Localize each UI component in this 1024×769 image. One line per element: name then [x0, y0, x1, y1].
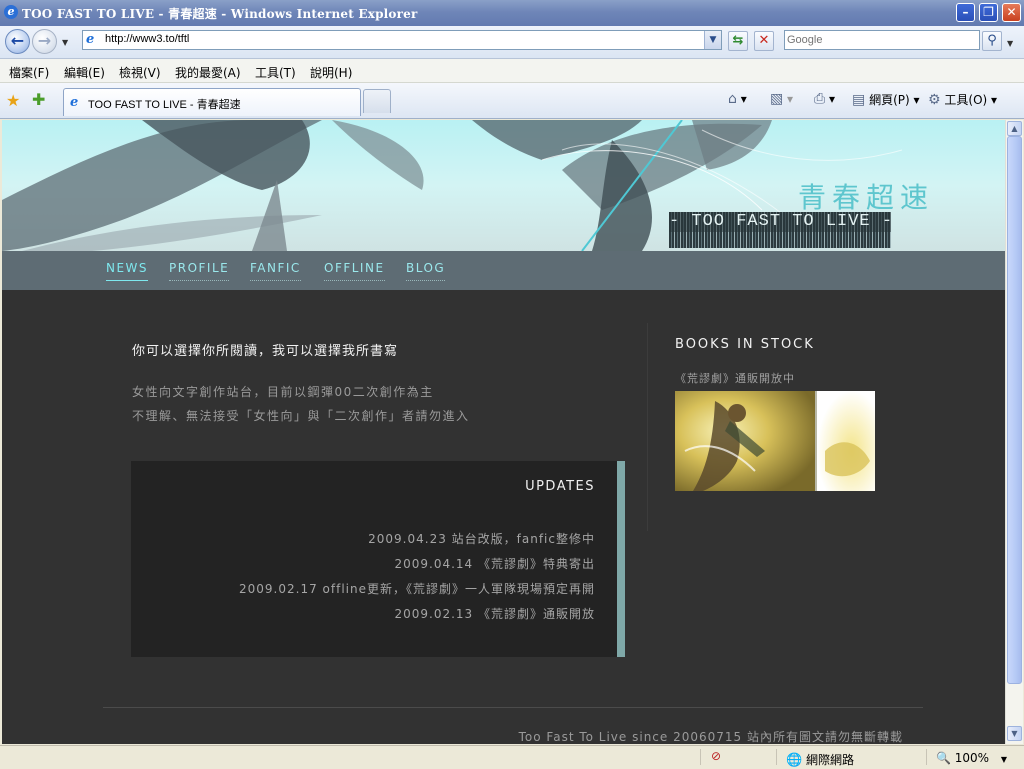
page-viewport[interactable]: 青春超速 - TOO FAST TO LIVE - NEWS PROFILE F… — [2, 120, 1005, 744]
nav-fanfic[interactable]: FANFIC — [250, 261, 301, 281]
address-dropdown-icon[interactable]: ▼ — [704, 31, 721, 49]
back-button[interactable]: ← — [5, 29, 30, 54]
updates-heading: UPDATES — [525, 479, 595, 494]
close-button[interactable]: ✕ — [1002, 3, 1021, 22]
page-menu-label: 網頁(P) — [869, 93, 910, 107]
minimize-button[interactable]: – — [956, 3, 975, 22]
update-item: 2009.02.17 offline更新，《荒謬劇》一人軍隊現場預定再開 — [239, 582, 595, 596]
tab-label: TOO FAST TO LIVE - 青春超速 — [88, 99, 241, 111]
site-nav: NEWS PROFILE FANFIC OFFLINE BLOG — [2, 251, 1005, 290]
stop-button[interactable]: ✕ — [754, 31, 774, 51]
search-options-dropdown-icon[interactable]: ▼ — [1007, 39, 1013, 48]
page-icon: ▤ — [852, 92, 866, 108]
favorites-star-icon[interactable]: ★ — [6, 91, 20, 110]
menu-file[interactable]: 檔案(F) — [9, 64, 49, 81]
brand-chinese-title: 青春超速 — [798, 181, 935, 214]
book-cover-image[interactable] — [675, 391, 875, 491]
search-icon[interactable]: ⚲ — [982, 31, 1002, 51]
zoom-control[interactable]: 🔍 100% ▼ — [936, 751, 1007, 765]
new-tab-button[interactable] — [363, 89, 391, 113]
status-cell: ⊘ — [700, 749, 777, 765]
refresh-button[interactable]: ⇆ — [728, 31, 748, 51]
add-favorites-icon[interactable]: ✚ — [32, 90, 45, 109]
globe-icon: 🌐 — [786, 753, 803, 768]
ie-logo-icon: e — [4, 5, 18, 19]
feeds-button[interactable]: ▧ ▾ — [770, 91, 793, 107]
search-input[interactable] — [787, 32, 967, 48]
maximize-button[interactable]: ❐ — [979, 3, 998, 22]
scroll-down-button[interactable]: ▼ — [1007, 726, 1022, 741]
nav-blog[interactable]: BLOG — [406, 261, 446, 281]
search-box[interactable] — [784, 30, 980, 50]
history-dropdown-icon[interactable]: ▼ — [62, 38, 68, 47]
footer-divider — [103, 707, 923, 708]
security-zone[interactable]: 🌐 網際網路 — [786, 751, 854, 768]
printer-icon: ⎙ — [814, 91, 826, 107]
nav-profile[interactable]: PROFILE — [169, 261, 230, 281]
scroll-up-button[interactable]: ▲ — [1007, 121, 1022, 136]
intro-line-2: 不理解、無法接受「女性向」與「二次創作」者請勿進入 — [132, 409, 470, 423]
update-item: 2009.04.14 《荒謬劇》特典寄出 — [394, 557, 595, 571]
page-icon: e — [86, 32, 95, 47]
zone-label: 網際網路 — [806, 753, 855, 767]
menu-view[interactable]: 檢視(V) — [119, 64, 161, 81]
nav-news[interactable]: NEWS — [106, 261, 149, 281]
menu-bar: 檔案(F) 編輯(E) 檢視(V) 我的最愛(A) 工具(T) 說明(H) — [0, 59, 1024, 83]
update-item: 2009.02.13 《荒謬劇》通販開放 — [394, 607, 595, 621]
book-cover-artwork — [675, 391, 875, 491]
brand-english-title: - TOO FAST TO LIVE - — [669, 212, 894, 248]
zoom-level: 100% — [954, 751, 990, 765]
gear-icon: ⚙ — [928, 92, 941, 108]
print-button[interactable]: ⎙ ▾ — [814, 91, 835, 107]
menu-help[interactable]: 說明(H) — [310, 64, 352, 81]
intro-text: 女性向文字創作站台，目前以鋼彈00二次創作為主 不理解、無法接受「女性向」與「二… — [132, 380, 470, 428]
tools-menu-button[interactable]: ⚙ 工具(O) ▾ — [928, 91, 997, 108]
brand-english-text: - TOO FAST TO LIVE - — [669, 212, 894, 232]
tab-page-icon: e — [70, 95, 79, 110]
footer-text: Too Fast To Live since 20060715 站內所有圖文請勿… — [518, 730, 903, 744]
popup-blocker-icon[interactable]: ⊘ — [711, 749, 721, 763]
menu-tools[interactable]: 工具(T) — [255, 64, 296, 81]
updates-list: 2009.04.23 站台改版，fanfic整修中 2009.04.14 《荒謬… — [239, 527, 595, 627]
window-title: TOO FAST TO LIVE - 青春超速 - Windows Intern… — [22, 7, 418, 21]
zoom-dropdown-icon[interactable]: ▼ — [1001, 755, 1007, 764]
vertical-scrollbar[interactable]: ▲ ▼ — [1005, 120, 1023, 744]
updates-panel: UPDATES 2009.04.23 站台改版，fanfic整修中 2009.0… — [131, 461, 625, 657]
scroll-thumb[interactable] — [1007, 136, 1022, 684]
tools-menu-label: 工具(O) — [944, 93, 988, 107]
forward-button[interactable]: → — [32, 29, 57, 54]
page-menu-button[interactable]: ▤ 網頁(P) ▾ — [852, 91, 920, 108]
tab-current[interactable]: e TOO FAST TO LIVE - 青春超速 — [63, 88, 361, 116]
menu-edit[interactable]: 編輯(E) — [64, 64, 105, 81]
tagline: 你可以選擇你所閱讀，我可以選擇我所書寫 — [132, 344, 399, 359]
home-button[interactable]: ⌂ ▾ — [728, 91, 747, 107]
window-title-bar[interactable]: e TOO FAST TO LIVE - 青春超速 - Windows Inte… — [0, 0, 1024, 26]
zoom-icon: 🔍 — [936, 751, 951, 765]
address-url[interactable]: http://www3.to/tftl — [105, 33, 189, 45]
home-icon: ⌂ — [728, 91, 737, 107]
address-toolbar: ← → ▼ e http://www3.to/tftl ▼ ⇆ ✕ ⚲ ▼ — [0, 26, 1024, 59]
books-subheading[interactable]: 《荒謬劇》通販開放中 — [675, 370, 795, 386]
nav-offline[interactable]: OFFLINE — [324, 261, 385, 281]
books-heading: BOOKS IN STOCK — [675, 337, 815, 352]
status-bar: ⊘ 🌐 網際網路 🔍 100% ▼ — [0, 745, 1024, 769]
tab-bar: ★ ✚ e TOO FAST TO LIVE - 青春超速 ⌂ ▾ ▧ ▾ ⎙ … — [0, 83, 1024, 119]
address-field[interactable]: e http://www3.to/tftl ▼ — [82, 30, 722, 50]
rss-icon: ▧ — [770, 91, 784, 107]
site-banner: 青春超速 - TOO FAST TO LIVE - — [2, 120, 1005, 251]
intro-line-1: 女性向文字創作站台，目前以鋼彈00二次創作為主 — [132, 385, 434, 399]
update-item: 2009.04.23 站台改版，fanfic整修中 — [368, 532, 595, 546]
menu-favorites[interactable]: 我的最愛(A) — [175, 64, 241, 81]
column-divider — [647, 323, 648, 531]
